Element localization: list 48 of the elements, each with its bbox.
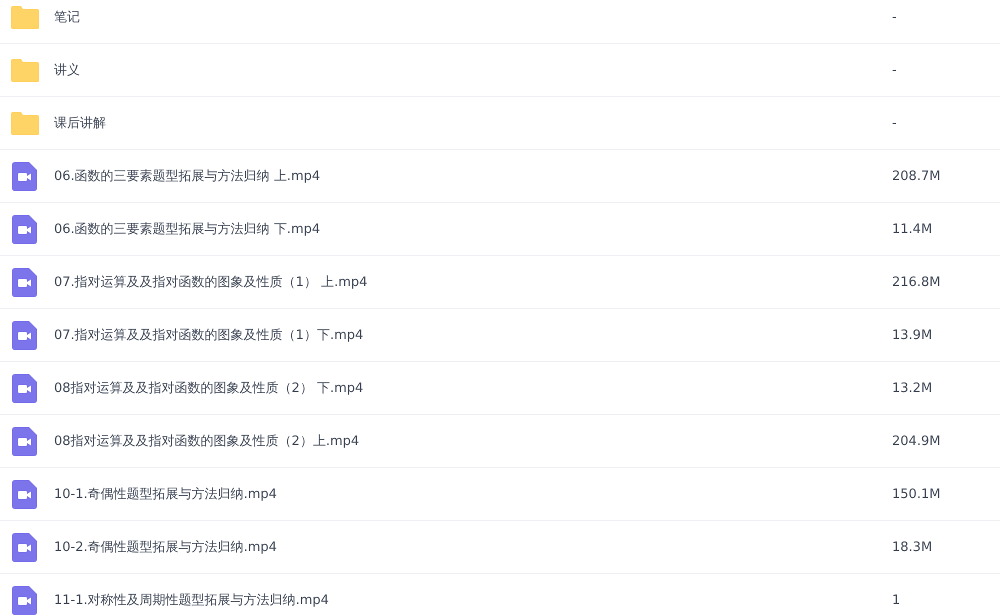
video-file-icon xyxy=(12,480,37,508)
file-name: 10-2.奇偶性题型拓展与方法归纳.mp4 xyxy=(54,539,278,556)
file-row[interactable]: 笔记 - xyxy=(0,0,1000,44)
file-row[interactable]: 06.函数的三要素题型拓展与方法归纳 下.mp4 11.4M xyxy=(0,203,1000,256)
video-file-icon xyxy=(12,532,37,562)
file-size: 208.7M xyxy=(892,168,942,184)
video-file-icon xyxy=(12,426,37,456)
file-row[interactable]: 06.函数的三要素题型拓展与方法归纳 上.mp4 208.7M xyxy=(0,150,1000,203)
file-size: 216.8M xyxy=(892,274,942,290)
video-file-icon xyxy=(12,374,37,402)
file-row[interactable]: 10-2.奇偶性题型拓展与方法归纳.mp4 18.3M xyxy=(0,521,1000,574)
file-row[interactable]: 07.指对运算及及指对函数的图象及性质（1） 上.mp4 216.8M xyxy=(0,256,1000,309)
file-name: 07.指对运算及及指对函数的图象及性质（1）下.mp4 xyxy=(54,327,364,344)
file-size: - xyxy=(892,10,898,24)
file-name: 06.函数的三要素题型拓展与方法归纳 上.mp4 xyxy=(54,168,322,185)
file-name: 讲义 xyxy=(54,62,81,79)
video-file-icon xyxy=(12,268,37,296)
file-row[interactable]: 课后讲解 - xyxy=(0,97,1000,150)
file-name: 06.函数的三要素题型拓展与方法归纳 下.mp4 xyxy=(54,221,322,238)
file-size: 13.2M xyxy=(892,380,934,396)
file-name: 笔记 xyxy=(54,9,81,26)
file-name: 课后讲解 xyxy=(54,115,107,132)
file-name: 08指对运算及及指对函数的图象及性质（2）上.mp4 xyxy=(54,433,360,450)
file-size: 13.9M xyxy=(892,328,934,342)
file-row[interactable]: 10-1.奇偶性题型拓展与方法归纳.mp4 150.1M xyxy=(0,468,1000,521)
folder-icon xyxy=(10,4,40,30)
file-row[interactable]: 08指对运算及及指对函数的图象及性质（2） 下.mp4 13.2M xyxy=(0,362,1000,415)
file-name: 10-1.奇偶性题型拓展与方法归纳.mp4 xyxy=(54,486,278,503)
file-size: 204.9M xyxy=(892,434,942,448)
file-name: 07.指对运算及及指对函数的图象及性质（1） 上.mp4 xyxy=(54,274,368,291)
file-row[interactable]: 11-1.对称性及周期性题型拓展与方法归纳.mp4 1 xyxy=(0,574,1000,615)
file-size: - xyxy=(892,116,898,130)
folder-icon xyxy=(10,58,40,82)
file-name: 11-1.对称性及周期性题型拓展与方法归纳.mp4 xyxy=(54,592,330,609)
video-file-icon xyxy=(12,586,37,614)
file-row[interactable]: 08指对运算及及指对函数的图象及性质（2）上.mp4 204.9M xyxy=(0,415,1000,468)
file-size: 11.4M xyxy=(892,222,934,236)
file-name: 08指对运算及及指对函数的图象及性质（2） 下.mp4 xyxy=(54,380,364,397)
file-size: - xyxy=(892,62,898,78)
file-size: 150.1M xyxy=(892,486,942,502)
video-file-icon xyxy=(12,162,37,190)
video-file-icon xyxy=(12,320,37,350)
file-row[interactable]: 讲义 - xyxy=(0,44,1000,97)
file-size: 1 xyxy=(892,592,902,608)
file-size: 18.3M xyxy=(892,540,934,554)
file-row[interactable]: 07.指对运算及及指对函数的图象及性质（1）下.mp4 13.9M xyxy=(0,309,1000,362)
folder-icon xyxy=(10,110,40,136)
video-file-icon xyxy=(12,214,37,244)
